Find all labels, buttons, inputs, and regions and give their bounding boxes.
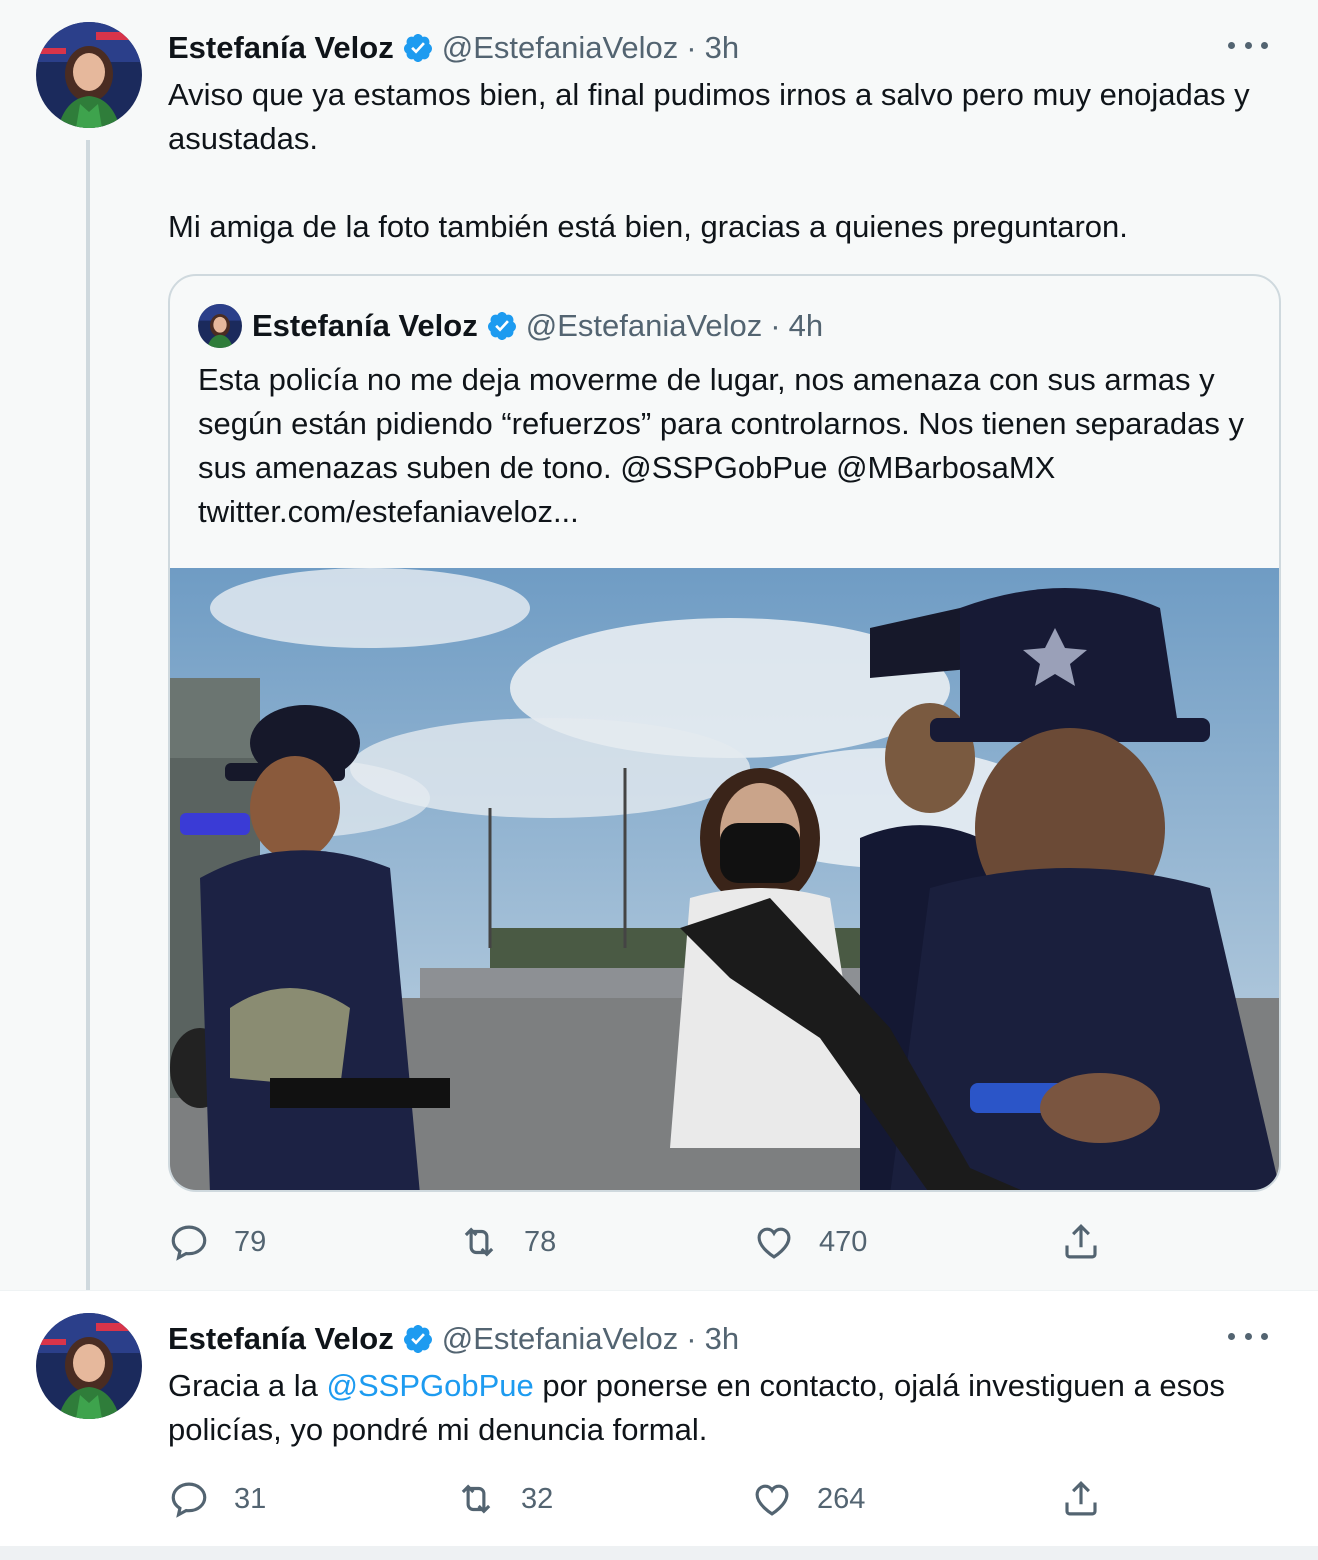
tweet-text-part: Gracia a la	[168, 1368, 327, 1403]
timestamp: 4h	[788, 308, 824, 343]
author-handle[interactable]: @EstefaniaVeloz	[442, 1321, 679, 1357]
like-button[interactable]: 470	[753, 1220, 867, 1264]
quoted-tweet-text: Esta policía no me deja moverme de lugar…	[198, 362, 1253, 529]
author-name: Estefanía Veloz	[252, 308, 478, 343]
separator-dot: ·	[686, 1321, 697, 1356]
like-count: 264	[817, 1482, 866, 1515]
tweet-actions: 79 78 470	[168, 1220, 1168, 1264]
tweet-text: Gracia a la @SSPGobPue por ponerse en co…	[168, 1364, 1278, 1452]
retweet-button[interactable]: 32	[455, 1477, 553, 1521]
retweet-button[interactable]: 78	[458, 1220, 556, 1264]
more-icon[interactable]	[1228, 1321, 1268, 1351]
tweet-photo[interactable]	[170, 568, 1281, 1192]
tweet-actions: 31 32 264	[168, 1477, 1168, 1521]
tweet-text: Aviso que ya estamos bien, al final pudi…	[168, 77, 1250, 244]
tweet-1[interactable]: Estefanía Veloz @EstefaniaVeloz · 3h Avi…	[0, 0, 1318, 1305]
share-icon	[1065, 1481, 1097, 1516]
reply-icon	[171, 1225, 207, 1261]
reply-count: 79	[234, 1225, 267, 1258]
author-name[interactable]: Estefanía Veloz	[168, 1321, 394, 1357]
separator-dot: ·	[770, 308, 781, 343]
bottom-divider	[0, 1546, 1318, 1560]
retweet-count: 78	[524, 1225, 557, 1258]
reply-count: 31	[234, 1482, 267, 1515]
author-handle[interactable]: @EstefaniaVeloz	[442, 30, 679, 66]
author-name[interactable]: Estefanía Veloz	[168, 30, 394, 66]
share-button[interactable]	[1060, 1477, 1126, 1521]
verified-badge-icon	[487, 312, 516, 340]
quoted-tweet[interactable]: Estefanía Veloz @EstefaniaVeloz · 4h Est…	[168, 274, 1281, 1192]
tweet-2[interactable]: Estefanía Veloz @EstefaniaVeloz · 3h Gra…	[0, 1290, 1318, 1546]
timestamp[interactable]: 3h	[705, 1321, 739, 1357]
more-icon[interactable]	[1228, 30, 1268, 60]
like-icon	[757, 1227, 791, 1259]
like-icon	[755, 1484, 789, 1516]
reply-button[interactable]: 31	[168, 1477, 266, 1521]
retweet-icon	[464, 1227, 494, 1257]
separator-dot: ·	[686, 30, 697, 65]
reply-button[interactable]: 79	[168, 1220, 266, 1264]
reply-icon	[171, 1482, 207, 1518]
share-button[interactable]	[1060, 1220, 1126, 1264]
retweet-icon	[461, 1484, 491, 1514]
avatar	[198, 304, 242, 348]
tweet-header: Estefanía Veloz @EstefaniaVeloz · 3h	[168, 28, 739, 68]
verified-badge-icon	[403, 1325, 432, 1353]
retweet-count: 32	[521, 1482, 554, 1515]
avatar[interactable]	[36, 1313, 142, 1419]
thread-line	[86, 140, 90, 1305]
verified-badge-icon	[403, 34, 432, 62]
mention-link[interactable]: @SSPGobPue	[327, 1368, 534, 1403]
author-handle: @EstefaniaVeloz	[525, 308, 763, 343]
share-icon	[1065, 1224, 1097, 1259]
quoted-tweet-header: Estefanía Veloz @EstefaniaVeloz · 4h	[198, 304, 823, 348]
timestamp[interactable]: 3h	[705, 30, 739, 66]
like-count: 470	[819, 1225, 868, 1258]
tweet-header: Estefanía Veloz @EstefaniaVeloz · 3h	[168, 1319, 739, 1359]
like-button[interactable]: 264	[751, 1477, 865, 1521]
avatar[interactable]	[36, 22, 142, 128]
